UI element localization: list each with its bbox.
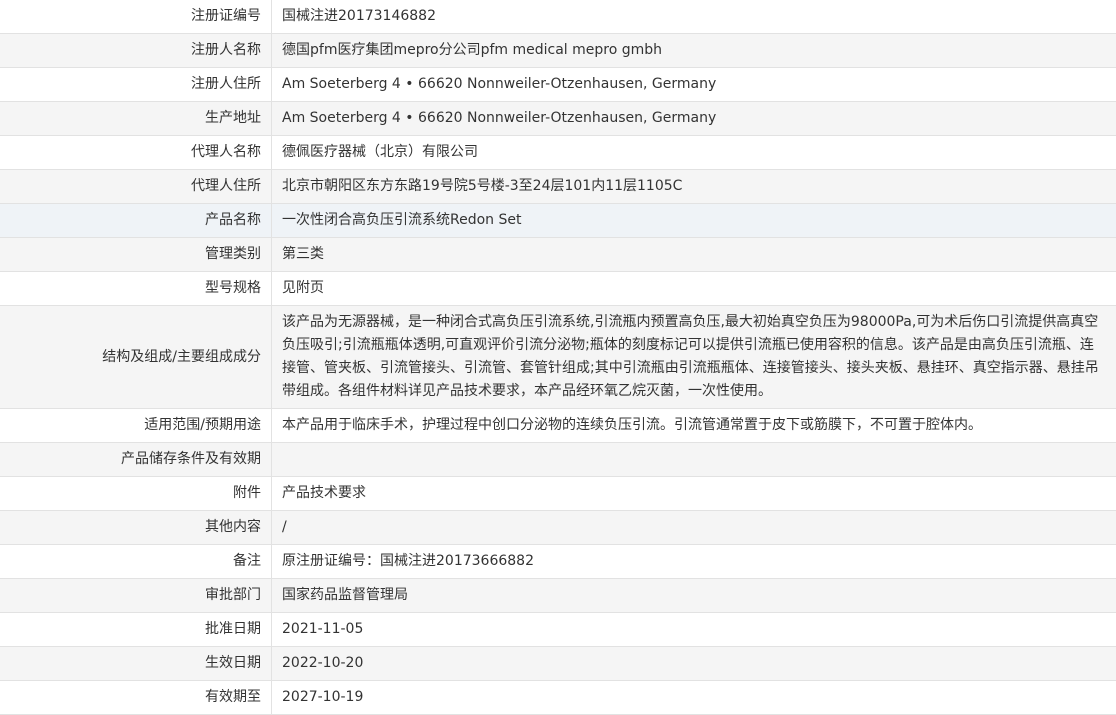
row-value-registration-number: 国械注进20173146882 <box>272 0 1116 34</box>
row-value-registrant-address: Am Soeterberg 4 • 66620 Nonnweiler-Otzen… <box>272 68 1116 102</box>
row-value-approval-department: 国家药品监督管理局 <box>272 579 1116 613</box>
row-label-approval-date: 批准日期 <box>0 613 272 647</box>
row-value-agent-address: 北京市朝阳区东方东路19号院5号楼-3至24层101内11层1105C <box>272 170 1116 204</box>
row-value-remarks: 原注册证编号：国械注进20173666882 <box>272 545 1116 579</box>
table-row: 注册证编号 国械注进20173146882 <box>0 0 1116 34</box>
row-value-registrant-name: 德国pfm医疗集团mepro分公司pfm medical mepro gmbh <box>272 34 1116 68</box>
table-row: 生效日期 2022-10-20 <box>0 647 1116 681</box>
row-label-remarks: 备注 <box>0 545 272 579</box>
row-label-valid-until: 有效期至 <box>0 681 272 715</box>
table-row: 管理类别 第三类 <box>0 238 1116 272</box>
row-value-management-category: 第三类 <box>272 238 1116 272</box>
row-label-management-category: 管理类别 <box>0 238 272 272</box>
table-row: 产品名称 一次性闭合高负压引流系统Redon Set <box>0 204 1116 238</box>
row-value-storage-conditions <box>272 443 1116 477</box>
row-value-model-spec: 见附页 <box>272 272 1116 306</box>
table-row: 注册人名称 德国pfm医疗集团mepro分公司pfm medical mepro… <box>0 34 1116 68</box>
row-label-storage-conditions: 产品储存条件及有效期 <box>0 443 272 477</box>
row-label-model-spec: 型号规格 <box>0 272 272 306</box>
row-value-production-address: Am Soeterberg 4 • 66620 Nonnweiler-Otzen… <box>272 102 1116 136</box>
table-row: 产品储存条件及有效期 <box>0 443 1116 477</box>
row-value-effective-date: 2022-10-20 <box>272 647 1116 681</box>
registration-details-table: 注册证编号 国械注进20173146882 注册人名称 德国pfm医疗集团mep… <box>0 0 1116 715</box>
row-label-structure-composition: 结构及组成/主要组成成分 <box>0 306 272 409</box>
row-label-agent-address: 代理人住所 <box>0 170 272 204</box>
table-row: 生产地址 Am Soeterberg 4 • 66620 Nonnweiler-… <box>0 102 1116 136</box>
table-row: 其他内容 / <box>0 511 1116 545</box>
table-row: 审批部门 国家药品监督管理局 <box>0 579 1116 613</box>
row-label-attachment: 附件 <box>0 477 272 511</box>
table-row: 型号规格 见附页 <box>0 272 1116 306</box>
table-row: 代理人住所 北京市朝阳区东方东路19号院5号楼-3至24层101内11层1105… <box>0 170 1116 204</box>
row-label-effective-date: 生效日期 <box>0 647 272 681</box>
table-row: 备注 原注册证编号：国械注进20173666882 <box>0 545 1116 579</box>
row-value-product-name: 一次性闭合高负压引流系统Redon Set <box>272 204 1116 238</box>
row-label-agent-name: 代理人名称 <box>0 136 272 170</box>
row-label-product-name: 产品名称 <box>0 204 272 238</box>
row-value-intended-use: 本产品用于临床手术，护理过程中创口分泌物的连续负压引流。引流管通常置于皮下或筋膜… <box>272 409 1116 443</box>
table-row: 注册人住所 Am Soeterberg 4 • 66620 Nonnweiler… <box>0 68 1116 102</box>
row-value-approval-date: 2021-11-05 <box>272 613 1116 647</box>
row-label-approval-department: 审批部门 <box>0 579 272 613</box>
row-value-agent-name: 德佩医疗器械（北京）有限公司 <box>272 136 1116 170</box>
row-label-registrant-address: 注册人住所 <box>0 68 272 102</box>
row-label-registrant-name: 注册人名称 <box>0 34 272 68</box>
row-label-intended-use: 适用范围/预期用途 <box>0 409 272 443</box>
row-value-valid-until: 2027-10-19 <box>272 681 1116 715</box>
table-row: 附件 产品技术要求 <box>0 477 1116 511</box>
table-row: 适用范围/预期用途 本产品用于临床手术，护理过程中创口分泌物的连续负压引流。引流… <box>0 409 1116 443</box>
row-value-structure-composition: 该产品为无源器械，是一种闭合式高负压引流系统,引流瓶内预置高负压,最大初始真空负… <box>272 306 1116 409</box>
table-row: 有效期至 2027-10-19 <box>0 681 1116 715</box>
table-row: 批准日期 2021-11-05 <box>0 613 1116 647</box>
row-label-registration-number: 注册证编号 <box>0 0 272 34</box>
table-row: 代理人名称 德佩医疗器械（北京）有限公司 <box>0 136 1116 170</box>
row-label-production-address: 生产地址 <box>0 102 272 136</box>
row-value-attachment: 产品技术要求 <box>272 477 1116 511</box>
row-label-other-content: 其他内容 <box>0 511 272 545</box>
row-value-other-content: / <box>272 511 1116 545</box>
table-row: 结构及组成/主要组成成分 该产品为无源器械，是一种闭合式高负压引流系统,引流瓶内… <box>0 306 1116 409</box>
